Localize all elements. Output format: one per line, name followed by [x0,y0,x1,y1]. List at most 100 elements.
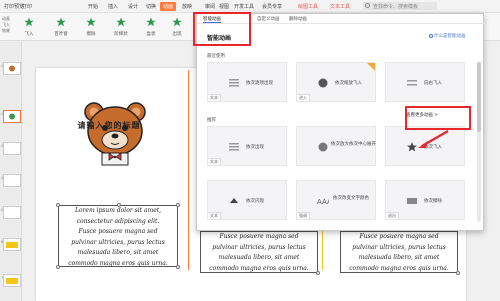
slide-title[interactable]: 请输入您的标题 [44,120,174,131]
search-placeholder: 查找命令、搜索模板 [373,4,419,10]
card-name: 依次改变文字颜色 [333,196,369,201]
menu-dev-tools[interactable]: 开发工具 [234,3,254,10]
text-line: malesuada libero, sit amet [77,249,159,256]
star-icon [116,17,126,27]
text-box[interactable]: Fusce posuere magna sed pulvinar ultrici… [200,231,320,275]
card-name: 依次逐项出现 [246,81,273,86]
text-line: commodo magna eros quis urna. [349,264,449,272]
menu-member[interactable]: 会员专享 [262,3,282,10]
link-text: 什么是智能动画 [434,34,466,39]
anim-stairs-button[interactable]: 阶梯状 [110,17,132,37]
text-box[interactable]: Lorem ipsum dolor sit amet, consectetur … [56,203,180,269]
menu-drawing-tools[interactable]: 绘图工具 [298,3,318,10]
tool-label: 擦除 [86,32,96,37]
slide-thumbnail-selected[interactable]: 2 [1,110,21,123]
tool-label: 飞入 [24,32,34,37]
text-line: Fusce posuere magna sed [78,228,158,235]
thumbnail-number: 7 [1,276,4,280]
menu-print[interactable]: 打印 [22,3,32,10]
text-line: pulvinar ultricies, purus lectus [212,243,306,251]
slide-thumbnail[interactable]: 7 [1,274,21,287]
animation-card[interactable]: 向右飞入 [385,62,465,102]
thumbnail-graphic [6,242,18,248]
menu-print-preview[interactable]: 打印预览 [4,3,24,10]
text-color-icon: AAA [317,198,329,206]
star-icon [172,17,182,27]
wipe-icon [407,198,417,204]
what-is-smart-animation-link[interactable]: 什么是智能动画 [429,33,466,39]
menu-home[interactable]: 开始 [88,3,98,10]
animation-card[interactable]: 依次逐项出现 文本 [207,62,287,102]
text-box[interactable]: Fusce posuere magna sed pulvinar ultrici… [340,231,460,275]
animation-card[interactable]: AAA 依次改变文字颜色 强调 [296,180,376,220]
bear-illustration[interactable] [80,98,150,168]
flash-icon [230,198,238,203]
text-stack-icon [229,79,239,87]
animation-card[interactable]: 依次出现 文本 [207,126,287,166]
text-line: Fusce posuere magna sed [219,233,299,240]
star-icon [56,17,66,27]
help-icon [429,33,433,38]
frog-icon [9,113,15,120]
text-line: commodo magna eros quis urna. [68,259,168,267]
menu-insert[interactable]: 插入 [108,3,118,10]
tool-label: 阶梯状 [114,32,128,37]
section-recommend-label: 推荐 [207,118,216,123]
tab-custom-animation[interactable]: 自定义动画 [257,16,280,22]
animation-card[interactable]: 依次闪现 文本 [207,180,287,220]
command-search-input[interactable]: 查找命令、搜索模板 [363,2,437,10]
resize-handle[interactable] [56,203,60,207]
star-icon [24,17,34,27]
card-badge: 进入 [297,94,310,101]
tab-delete-animation[interactable]: 删除动画 [289,16,307,22]
search-icon [365,3,370,8]
resize-handle[interactable] [56,265,60,269]
text-line: malesuada libero, sit amet [358,254,440,261]
thumbnail-number: 4 [1,176,4,180]
anim-appear-button[interactable]: 出现 [166,17,188,37]
zoom-in-icon [318,78,328,88]
resize-handle[interactable] [316,271,320,275]
panel-scrollbar[interactable] [477,62,481,222]
animation-card[interactable]: 依次缩放飞入 进入 [296,62,376,102]
menu-text-tools[interactable]: 文本工具 [330,3,350,10]
text-line: Lorem ipsum dolor sit amet, [74,207,162,214]
text-line: malesuada libero, sit amet [218,254,300,261]
text-line: commodo magna eros quis urna. [209,264,309,272]
menu-view[interactable]: 视图 [219,3,229,10]
card-badge: 文本 [208,94,221,101]
tool-label: 出现 [172,32,182,37]
ribbon-left-item[interactable]: 效果 [2,28,16,34]
animation-card[interactable]: 依次擦除 退出 [385,180,465,220]
card-badge: 退出 [386,212,399,219]
decor-line-orange [188,70,189,270]
slide-thumbnail[interactable]: 6 [1,238,21,251]
slide-thumbnail[interactable]: 4 [1,174,21,187]
menu-animation[interactable]: 动画 [160,2,177,11]
menu-review[interactable]: 审阅 [205,3,215,10]
card-name: 依次缩放飞入 [335,81,362,86]
text-line: pulvinar ultricies, purus lectus [71,238,165,246]
section-recent-label: 最近使用 [207,54,225,59]
menu-transition[interactable]: 切换 [146,3,156,10]
bear-icon [9,65,15,72]
anim-blinds-button[interactable]: 百叶窗 [50,17,72,37]
slide-thumbnail[interactable]: 5 [1,206,21,219]
slide-thumbnail[interactable]: 3 [1,142,21,155]
resize-handle[interactable] [456,271,460,275]
animation-card[interactable]: 依次放大依次中心展开 [296,126,376,166]
card-badge: 文本 [208,158,221,165]
anim-wipe-button[interactable]: 擦除 [80,17,102,37]
text-line: consectetur adipiscing elit. [76,217,160,225]
resize-handle[interactable] [176,265,180,269]
anim-box-button[interactable]: 盒状 [140,17,162,37]
resize-handle[interactable] [117,203,121,207]
scrollbar-thumb[interactable] [477,62,481,132]
anim-fly-in-button[interactable]: 飞入 [18,17,40,37]
resize-handle[interactable] [176,203,180,207]
slide-thumbnail[interactable]: 1 [1,62,21,75]
text-line: pulvinar ultricies, purus lectus [352,243,446,251]
menu-design[interactable]: 设计 [128,3,138,10]
menu-slideshow[interactable]: 放映 [182,3,192,10]
thumbnail-number: 5 [1,208,4,212]
